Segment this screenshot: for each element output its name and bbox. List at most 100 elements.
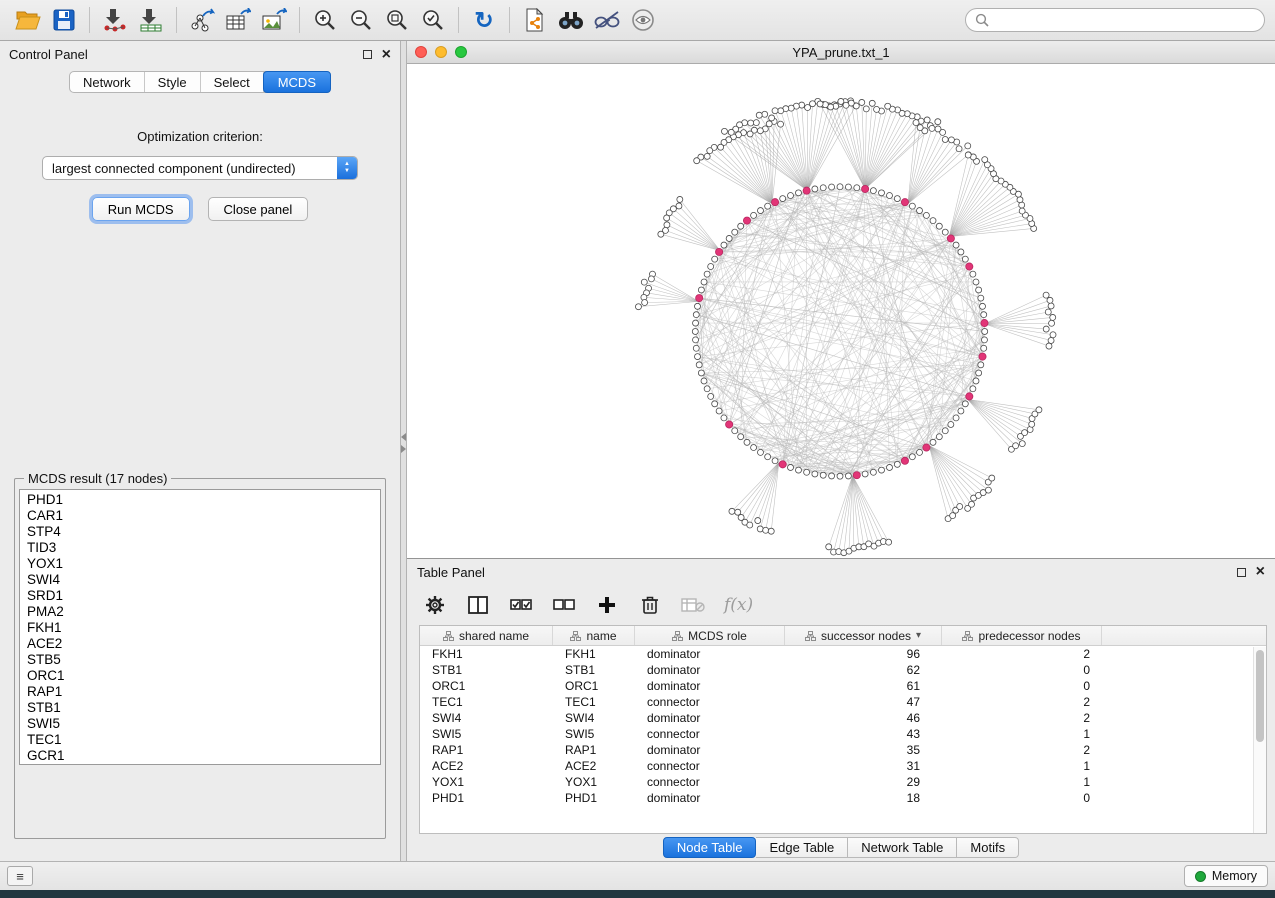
network-node[interactable] (879, 467, 885, 473)
table-cell[interactable]: connector (635, 758, 785, 774)
tab-style[interactable]: Style (145, 72, 201, 92)
network-node[interactable] (757, 128, 763, 134)
network-node[interactable] (870, 469, 876, 475)
network-node[interactable] (909, 203, 915, 209)
network-node[interactable] (930, 439, 936, 445)
network-node[interactable] (728, 129, 734, 135)
network-node[interactable] (1017, 197, 1023, 203)
splitter-collapse-right-icon[interactable] (401, 445, 406, 453)
network-node[interactable] (1048, 337, 1054, 343)
network-node[interactable] (788, 192, 794, 198)
table-cell[interactable]: YOX1 (420, 774, 553, 790)
network-node[interactable] (765, 203, 771, 209)
network-node[interactable] (1048, 303, 1054, 309)
dominator-node[interactable] (901, 199, 908, 206)
network-node[interactable] (978, 362, 984, 368)
memory-button[interactable]: Memory (1184, 865, 1268, 887)
network-node[interactable] (965, 143, 971, 149)
network-node[interactable] (693, 345, 699, 351)
network-node[interactable] (712, 256, 718, 262)
table-cell[interactable]: 35 (785, 742, 942, 758)
close-panel-icon[interactable]: × (1256, 564, 1265, 580)
open-file-button[interactable] (10, 4, 46, 36)
close-panel-button[interactable]: Close panel (208, 197, 309, 221)
network-node[interactable] (694, 158, 700, 164)
table-cell[interactable]: FKH1 (553, 646, 635, 662)
tab-network[interactable]: Network (70, 72, 145, 92)
network-node[interactable] (805, 105, 811, 111)
mcds-result-item[interactable]: YOX1 (27, 556, 380, 572)
network-node[interactable] (772, 108, 778, 114)
network-node[interactable] (917, 125, 923, 131)
network-node[interactable] (981, 345, 987, 351)
network-node[interactable] (692, 328, 698, 334)
mcds-result-item[interactable]: PHD1 (27, 492, 380, 508)
table-cell[interactable]: 1 (942, 726, 1102, 742)
network-node[interactable] (1013, 443, 1019, 449)
mcds-result-item[interactable]: STP4 (27, 524, 380, 540)
network-node[interactable] (874, 106, 880, 112)
network-node[interactable] (721, 415, 727, 421)
network-node[interactable] (677, 196, 683, 202)
network-node[interactable] (751, 445, 757, 451)
table-cell[interactable]: FKH1 (420, 646, 553, 662)
table-row[interactable]: PHD1PHD1dominator180 (420, 790, 1266, 806)
network-node[interactable] (887, 192, 893, 198)
criterion-dropdown[interactable]: largest connected component (undirected)… (42, 156, 358, 180)
network-node[interactable] (698, 370, 704, 376)
network-node[interactable] (641, 279, 647, 285)
column-header-shared-name[interactable]: shared name (420, 626, 553, 645)
table-cell[interactable]: ACE2 (553, 758, 635, 774)
dominator-node[interactable] (726, 421, 733, 428)
network-node[interactable] (985, 487, 991, 493)
network-node[interactable] (1050, 332, 1056, 338)
network-node[interactable] (879, 190, 885, 196)
dominator-node[interactable] (966, 263, 973, 270)
network-node[interactable] (701, 279, 707, 285)
table-cell[interactable]: 47 (785, 694, 942, 710)
mcds-result-item[interactable]: SWI4 (27, 572, 380, 588)
network-node[interactable] (854, 185, 860, 191)
network-node[interactable] (708, 264, 714, 270)
network-node[interactable] (799, 102, 805, 108)
table-cell[interactable]: 43 (785, 726, 942, 742)
network-node[interactable] (788, 464, 794, 470)
network-node[interactable] (843, 102, 849, 108)
network-node[interactable] (869, 100, 875, 106)
mcds-result-item[interactable]: STB5 (27, 652, 380, 668)
network-node[interactable] (747, 522, 753, 528)
network-node[interactable] (780, 196, 786, 202)
network-node[interactable] (973, 378, 979, 384)
table-cell[interactable]: dominator (635, 710, 785, 726)
delete-column-button[interactable] (638, 593, 662, 617)
zoom-in-button[interactable] (307, 4, 343, 36)
network-node[interactable] (778, 121, 784, 127)
network-node[interactable] (942, 136, 948, 142)
network-node[interactable] (1050, 314, 1056, 320)
network-node[interactable] (980, 303, 986, 309)
network-node[interactable] (1045, 309, 1051, 315)
network-node[interactable] (718, 144, 724, 150)
run-mcds-button[interactable]: Run MCDS (92, 197, 190, 221)
network-node[interactable] (820, 185, 826, 191)
network-node[interactable] (965, 152, 971, 158)
table-cell[interactable]: 1 (942, 774, 1102, 790)
dominator-node[interactable] (779, 461, 786, 468)
network-node[interactable] (1019, 441, 1025, 447)
network-node[interactable] (729, 508, 735, 514)
column-header-name[interactable]: name (553, 626, 635, 645)
network-node[interactable] (796, 467, 802, 473)
network-node[interactable] (712, 401, 718, 407)
network-node[interactable] (694, 354, 700, 360)
show-columns-button[interactable] (466, 593, 490, 617)
table-cell[interactable]: 1 (942, 758, 1102, 774)
network-node[interactable] (958, 249, 964, 255)
zoom-selected-button[interactable] (415, 4, 451, 36)
mcds-result-item[interactable]: RAP1 (27, 684, 380, 700)
network-node[interactable] (735, 509, 741, 515)
network-node[interactable] (929, 125, 935, 131)
close-window-icon[interactable] (415, 46, 427, 58)
network-node[interactable] (704, 153, 710, 159)
table-cell[interactable]: 61 (785, 678, 942, 694)
network-node[interactable] (812, 186, 818, 192)
